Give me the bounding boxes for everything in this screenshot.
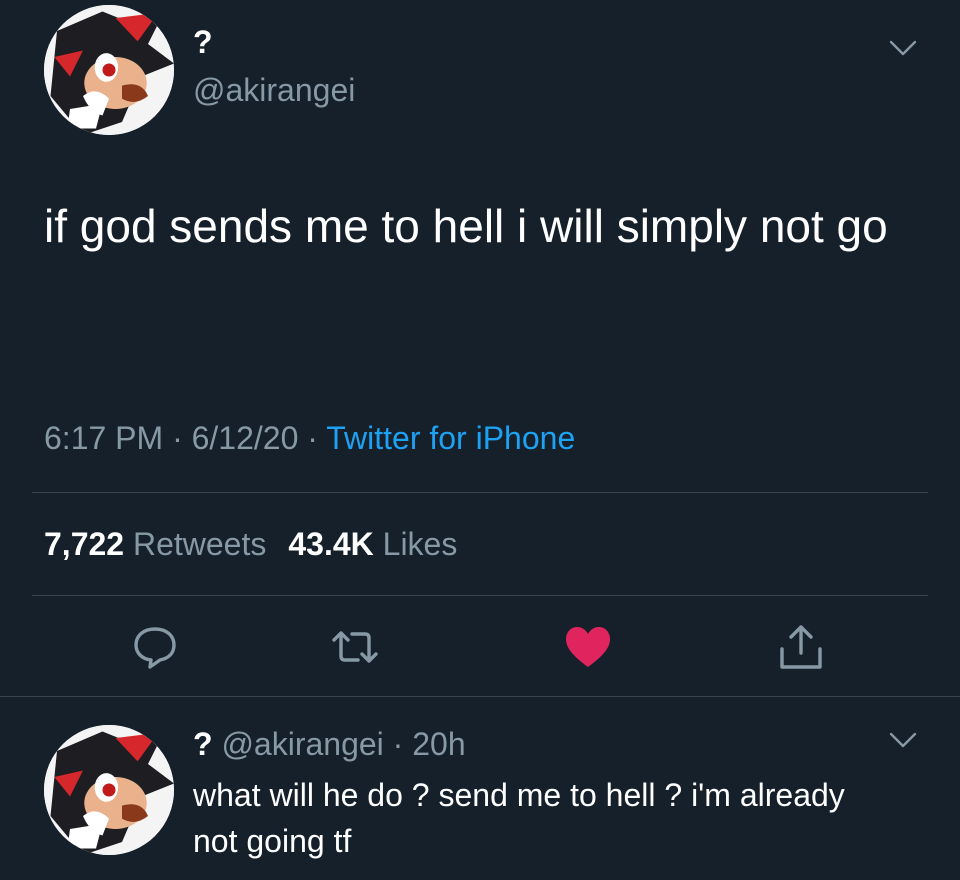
retweets-count: 7,722 xyxy=(44,526,125,562)
tweet-source-link[interactable]: Twitter for iPhone xyxy=(326,420,575,456)
heart-filled-icon xyxy=(566,627,610,667)
retweets-label: Retweets xyxy=(132,526,267,562)
reply-bubble-icon xyxy=(134,627,176,669)
retweets-stat[interactable]: 7,722 Retweets xyxy=(44,526,266,562)
chevron-down-icon[interactable] xyxy=(888,37,918,59)
meta-separator: · xyxy=(307,420,318,456)
reply-author-avatar[interactable] xyxy=(44,725,174,855)
chevron-down-icon[interactable] xyxy=(888,729,918,751)
share-icon xyxy=(780,625,822,669)
divider xyxy=(32,595,928,596)
tweet-time: 6:17 PM xyxy=(44,420,164,456)
tweet-stats: 7,722 Retweets 43.4K Likes xyxy=(44,522,457,566)
likes-count: 43.4K xyxy=(288,526,374,562)
avatar-image xyxy=(44,5,174,135)
reply-button[interactable] xyxy=(130,623,180,671)
meta-separator: · xyxy=(392,726,404,762)
reply-age[interactable]: 20h xyxy=(412,726,465,762)
retweet-icon xyxy=(332,631,378,663)
retweet-button[interactable] xyxy=(330,623,380,671)
author-handle[interactable]: @akirangei xyxy=(193,70,355,110)
like-button[interactable] xyxy=(563,623,613,671)
tweet-date[interactable]: 6/12/20 xyxy=(192,420,299,456)
reply-handle[interactable]: @akirangei xyxy=(221,726,383,762)
reply-header: ? @akirangei · 20h xyxy=(193,722,466,766)
divider xyxy=(0,696,960,697)
reply-display-name[interactable]: ? xyxy=(193,726,213,762)
tweet-text: if god sends me to hell i will simply no… xyxy=(44,200,888,252)
avatar-image xyxy=(44,725,174,855)
tweet-meta: 6:17 PM · 6/12/20 · Twitter for iPhone xyxy=(44,416,575,460)
likes-label: Likes xyxy=(382,526,458,562)
meta-separator: · xyxy=(172,420,183,456)
likes-stat[interactable]: 43.4K Likes xyxy=(288,526,457,562)
divider xyxy=(32,492,928,493)
author-avatar[interactable] xyxy=(44,5,174,135)
share-button[interactable] xyxy=(776,623,826,671)
reply-text: what will he do ? send me to hell ? i'm … xyxy=(193,777,845,859)
author-display-name[interactable]: ? xyxy=(193,22,213,62)
